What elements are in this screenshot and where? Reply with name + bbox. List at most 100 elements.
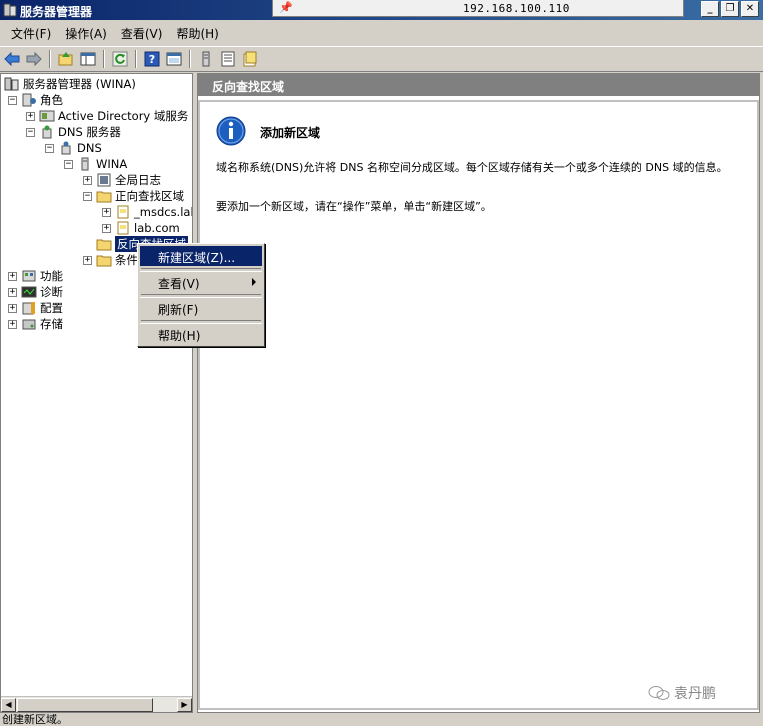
- tree-node-msdcs[interactable]: + _msdcs.lab.com: [102, 204, 192, 220]
- tree-node-roles[interactable]: − 角色: [8, 92, 63, 108]
- context-menu-help[interactable]: 帮助(H): [140, 324, 262, 344]
- tree-node-root[interactable]: 服务器管理器 (WINA): [4, 76, 136, 92]
- tree-node-lab-com[interactable]: + lab.com: [102, 220, 180, 236]
- up-icon[interactable]: [56, 49, 76, 69]
- details-body: 添加新区域 域名称系统(DNS)允许将 DNS 名称空间分成区域。每个区域存储有…: [198, 100, 759, 710]
- tree-label-features: 功能: [40, 269, 63, 283]
- toolbar-separator: [103, 50, 105, 68]
- context-menu: 新建区域(Z)... 查看(V) 刷新(F) 帮助(H): [137, 243, 265, 347]
- toolbar: ?: [0, 46, 763, 72]
- tree-label-diagnostics: 诊断: [40, 285, 63, 299]
- collapse-icon[interactable]: −: [26, 127, 35, 137]
- expand-icon[interactable]: +: [8, 303, 17, 313]
- details-pane: 反向查找区域 添加新区域 域名称系统(DNS)允许将 DNS 名称空间分成区域。…: [197, 73, 760, 713]
- toolbar-separator: [49, 50, 51, 68]
- toolbar-separator: [135, 50, 137, 68]
- context-menu-refresh[interactable]: 刷新(F): [140, 298, 262, 318]
- tree-node-features[interactable]: + 功能: [8, 268, 63, 284]
- expand-icon[interactable]: +: [8, 319, 17, 329]
- back-icon[interactable]: [2, 49, 22, 69]
- configuration-icon: [22, 302, 35, 315]
- toolbar-separator: [189, 50, 191, 68]
- tree-label-storage: 存储: [40, 317, 63, 331]
- scroll-right-arrow-icon[interactable]: ▶: [177, 698, 192, 712]
- context-menu-view-label: 查看(V): [158, 277, 200, 291]
- window-controls: _ ❐ ✕: [701, 1, 759, 17]
- expand-icon[interactable]: +: [83, 175, 92, 185]
- list-icon[interactable]: [218, 49, 238, 69]
- tree-horizontal-scrollbar[interactable]: ◀ ▶: [1, 696, 192, 712]
- features-icon: [22, 270, 36, 282]
- folder-icon: [96, 239, 112, 251]
- storage-icon: [22, 319, 36, 330]
- remote-connection-bar: 📌 192.168.100.110: [272, 0, 684, 17]
- watermark-text: 袁丹鹏: [674, 686, 716, 702]
- zone-icon: [117, 221, 129, 235]
- wechat-icon: [648, 686, 670, 700]
- scroll-left-arrow-icon[interactable]: ◀: [1, 698, 16, 712]
- tree-node-forward-zones[interactable]: − 正向查找区域: [83, 188, 184, 204]
- info-instruction: 要添加一个新区域，请在“操作”菜单，单击“新建区域”。: [216, 200, 492, 213]
- zone-icon: [117, 205, 129, 219]
- tree-label-roles: 角色: [40, 93, 63, 107]
- event-log-icon: [97, 173, 111, 187]
- folder-icon: [96, 255, 112, 267]
- context-menu-new-zone[interactable]: 新建区域(Z)...: [140, 246, 262, 266]
- help-icon[interactable]: ?: [142, 49, 162, 69]
- menu-file[interactable]: 文件(F): [4, 22, 58, 44]
- dns-server-icon: [42, 125, 52, 139]
- info-description: 域名称系统(DNS)允许将 DNS 名称空间分成区域。每个区域存储有关一个或多个…: [216, 161, 728, 174]
- tree-node-storage[interactable]: + 存储: [8, 316, 63, 332]
- tree-label-configuration: 配置: [40, 301, 63, 315]
- tree-label-lab-com: lab.com: [134, 221, 180, 235]
- roles-icon: [22, 93, 36, 107]
- active-directory-icon: [39, 110, 55, 122]
- show-hide-tree-icon[interactable]: [78, 49, 98, 69]
- new-zone-icon[interactable]: [240, 49, 260, 69]
- tree-node-diagnostics[interactable]: + 诊断: [8, 284, 63, 300]
- submenu-arrow-icon: [252, 278, 256, 286]
- tree-node-dns[interactable]: − DNS: [45, 140, 102, 156]
- collapse-icon[interactable]: −: [83, 191, 92, 201]
- properties-icon[interactable]: [164, 49, 184, 69]
- tree-node-dns-server[interactable]: − DNS 服务器: [26, 124, 121, 140]
- close-button[interactable]: ✕: [741, 1, 759, 17]
- tree-node-active-directory[interactable]: + Active Directory 域服务: [26, 108, 188, 124]
- watermark: 袁丹鹏: [648, 683, 716, 703]
- menu-bar: 文件(F) 操作(A) 查看(V) 帮助(H): [0, 22, 763, 44]
- server-icon[interactable]: [196, 49, 216, 69]
- console-tree: 服务器管理器 (WINA) − 角色 + Active Directory 域服…: [0, 73, 193, 713]
- minimize-button[interactable]: _: [701, 1, 719, 17]
- expand-icon[interactable]: +: [102, 207, 111, 217]
- expand-icon[interactable]: +: [26, 111, 35, 121]
- svg-text:?: ?: [149, 53, 155, 66]
- dns-icon: [61, 141, 71, 155]
- info-icon: [216, 116, 246, 146]
- tree-node-wina[interactable]: − WINA: [64, 156, 127, 172]
- expand-icon[interactable]: +: [8, 271, 17, 281]
- tree-label-root: 服务器管理器 (WINA): [23, 77, 136, 91]
- expand-icon[interactable]: +: [102, 223, 111, 233]
- collapse-icon[interactable]: −: [45, 143, 54, 153]
- tree-node-global-log[interactable]: + 全局日志: [83, 172, 161, 188]
- server-icon: [81, 157, 89, 171]
- menu-view[interactable]: 查看(V): [114, 22, 170, 44]
- info-title: 添加新区域: [260, 126, 321, 140]
- tree-label-dns-server: DNS 服务器: [58, 125, 121, 139]
- menu-help[interactable]: 帮助(H): [169, 22, 225, 44]
- scroll-thumb[interactable]: [17, 698, 153, 712]
- expand-icon[interactable]: +: [83, 255, 92, 265]
- forward-icon[interactable]: [24, 49, 44, 69]
- refresh-icon[interactable]: [110, 49, 130, 69]
- remote-host-address: 192.168.100.110: [463, 2, 570, 15]
- pin-icon[interactable]: 📌: [279, 1, 293, 14]
- title-bar: 服务器管理器 📌 192.168.100.110 _ ❐ ✕: [0, 0, 763, 20]
- restore-button[interactable]: ❐: [721, 1, 739, 17]
- collapse-icon[interactable]: −: [64, 159, 73, 169]
- menu-action[interactable]: 操作(A): [58, 22, 114, 44]
- tree-node-configuration[interactable]: + 配置: [8, 300, 63, 316]
- context-menu-view[interactable]: 查看(V): [140, 272, 262, 292]
- window-title: 服务器管理器: [20, 5, 93, 19]
- collapse-icon[interactable]: −: [8, 95, 17, 105]
- expand-icon[interactable]: +: [8, 287, 17, 297]
